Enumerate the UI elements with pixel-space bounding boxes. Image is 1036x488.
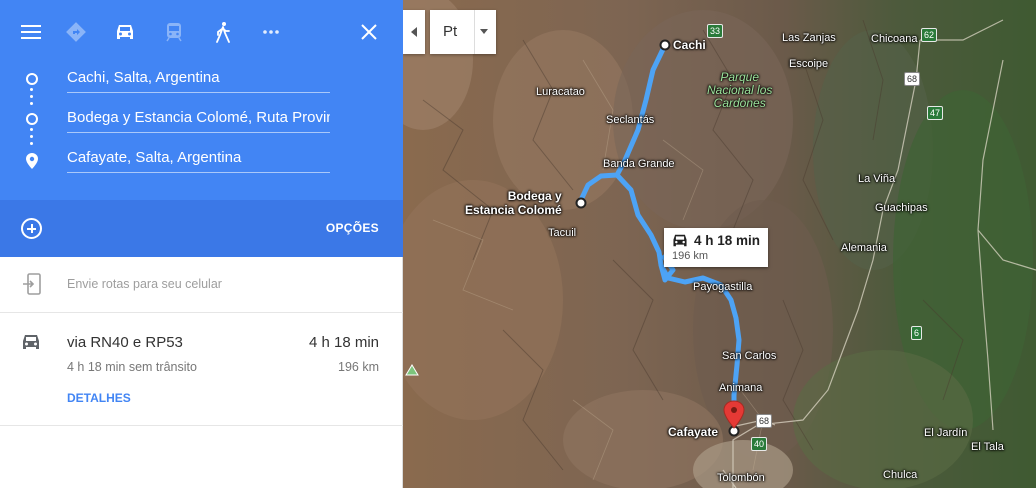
place-label-alemania: Alemania	[841, 242, 887, 254]
language-divider	[474, 10, 475, 54]
route-info-bubble[interactable]: 4 h 18 min 196 km	[664, 228, 768, 267]
route-shield-62: 62	[921, 28, 938, 42]
send-to-phone-row[interactable]: Envie rotas para seu celular	[0, 257, 403, 313]
place-label-escoipe: Escoipe	[789, 58, 829, 70]
route-shield-6: 6	[911, 326, 923, 340]
language-selector[interactable]: Pt	[430, 10, 496, 54]
place-label-el-jardin: El Jardín	[924, 427, 968, 439]
stop-dot-icon	[26, 113, 38, 125]
stop-marker-icon[interactable]	[575, 197, 587, 209]
route-shield-47: 47	[927, 106, 944, 120]
place-label-colome[interactable]: Bodega y Estancia Colomé	[465, 189, 562, 217]
place-label-chicoana: Chicoana	[871, 33, 918, 45]
send-to-phone-icon	[22, 273, 42, 300]
car-icon[interactable]	[112, 19, 138, 45]
details-link[interactable]: DETALHES	[67, 391, 131, 405]
destination-pin-icon	[26, 153, 38, 174]
place-label-banda-grande: Banda Grande	[603, 158, 675, 170]
waypoint-stop[interactable]: Bodega y Estancia Colomé, Ruta Provincia…	[0, 100, 403, 140]
options-bar: OPÇÕES	[0, 200, 403, 257]
transit-icon[interactable]	[161, 19, 187, 45]
route-shield-68-south: 68	[756, 414, 773, 428]
add-destination-icon[interactable]	[21, 218, 42, 239]
car-icon	[20, 333, 42, 356]
place-label-seclantas: Seclantás	[606, 114, 655, 126]
route-shield-33: 33	[707, 24, 724, 38]
satellite-map[interactable]: Pt 4 h 18 min 196 km Cachi Bodega y Esta…	[403, 0, 1036, 488]
bubble-duration: 4 h 18 min	[694, 233, 761, 248]
waypoint-origin-input[interactable]: Cachi, Salta, Argentina	[67, 67, 330, 93]
route-option[interactable]: via RN40 e RP53 4 h 18 min 4 h 18 min se…	[0, 313, 403, 426]
waypoint-stop-input[interactable]: Bodega y Estancia Colomé, Ruta Provincia…	[67, 107, 330, 133]
waypoint-origin[interactable]: Cachi, Salta, Argentina	[0, 60, 403, 100]
options-button[interactable]: OPÇÕES	[326, 221, 379, 235]
place-label-tolombon: Tolombón	[717, 472, 765, 484]
place-label-tacuil: Tacuil	[548, 227, 577, 239]
place-label-animana: Animana	[719, 382, 763, 394]
close-icon[interactable]	[357, 20, 381, 44]
place-label-luracatao: Luracatao	[536, 86, 585, 98]
origin-dot-icon	[26, 73, 38, 85]
collapse-panel-button[interactable]	[403, 10, 425, 54]
waypoint-destination-input[interactable]: Cafayate, Salta, Argentina	[67, 147, 330, 173]
more-icon[interactable]	[258, 19, 284, 45]
place-label-cafayate[interactable]: Cafayate	[668, 425, 718, 439]
route-traffic-note: 4 h 18 min sem trânsito	[67, 360, 197, 374]
directions-header: Cachi, Salta, Argentina Bodega y Estanci…	[0, 0, 403, 200]
dropdown-caret-icon	[480, 29, 488, 34]
place-label-san-carlos: San Carlos	[722, 350, 777, 362]
place-label-chulca: Chulca	[883, 469, 918, 481]
directions-panel: Cachi, Salta, Argentina Bodega y Estanci…	[0, 0, 403, 488]
route-via-label: via RN40 e RP53	[67, 334, 183, 351]
language-value: Pt	[443, 23, 458, 40]
place-label-cachi[interactable]: Cachi	[673, 38, 706, 52]
origin-marker-icon[interactable]	[659, 39, 671, 51]
route-distance: 196 km	[338, 360, 379, 374]
send-to-phone-label: Envie rotas para seu celular	[67, 277, 222, 291]
place-label-payogastilla: Payogastilla	[693, 281, 753, 293]
route-duration: 4 h 18 min	[308, 334, 379, 351]
place-label-el-tala: El Tala	[971, 441, 1004, 453]
menu-icon[interactable]	[18, 19, 44, 45]
directions-icon[interactable]	[63, 19, 89, 45]
place-label-la-vina: La Viña	[858, 173, 896, 185]
place-label-guachipas: Guachipas	[875, 202, 928, 214]
park-label-los-cardones: Parque Nacional los Cardones	[707, 70, 773, 110]
route-shield-40: 40	[751, 437, 768, 451]
place-label-las-zanjas: Las Zanjas	[782, 32, 836, 44]
route-shield-68: 68	[904, 72, 921, 86]
bubble-distance: 196 km	[672, 250, 709, 262]
waypoint-destination[interactable]: Cafayate, Salta, Argentina	[0, 140, 403, 180]
walk-icon[interactable]	[210, 19, 236, 45]
